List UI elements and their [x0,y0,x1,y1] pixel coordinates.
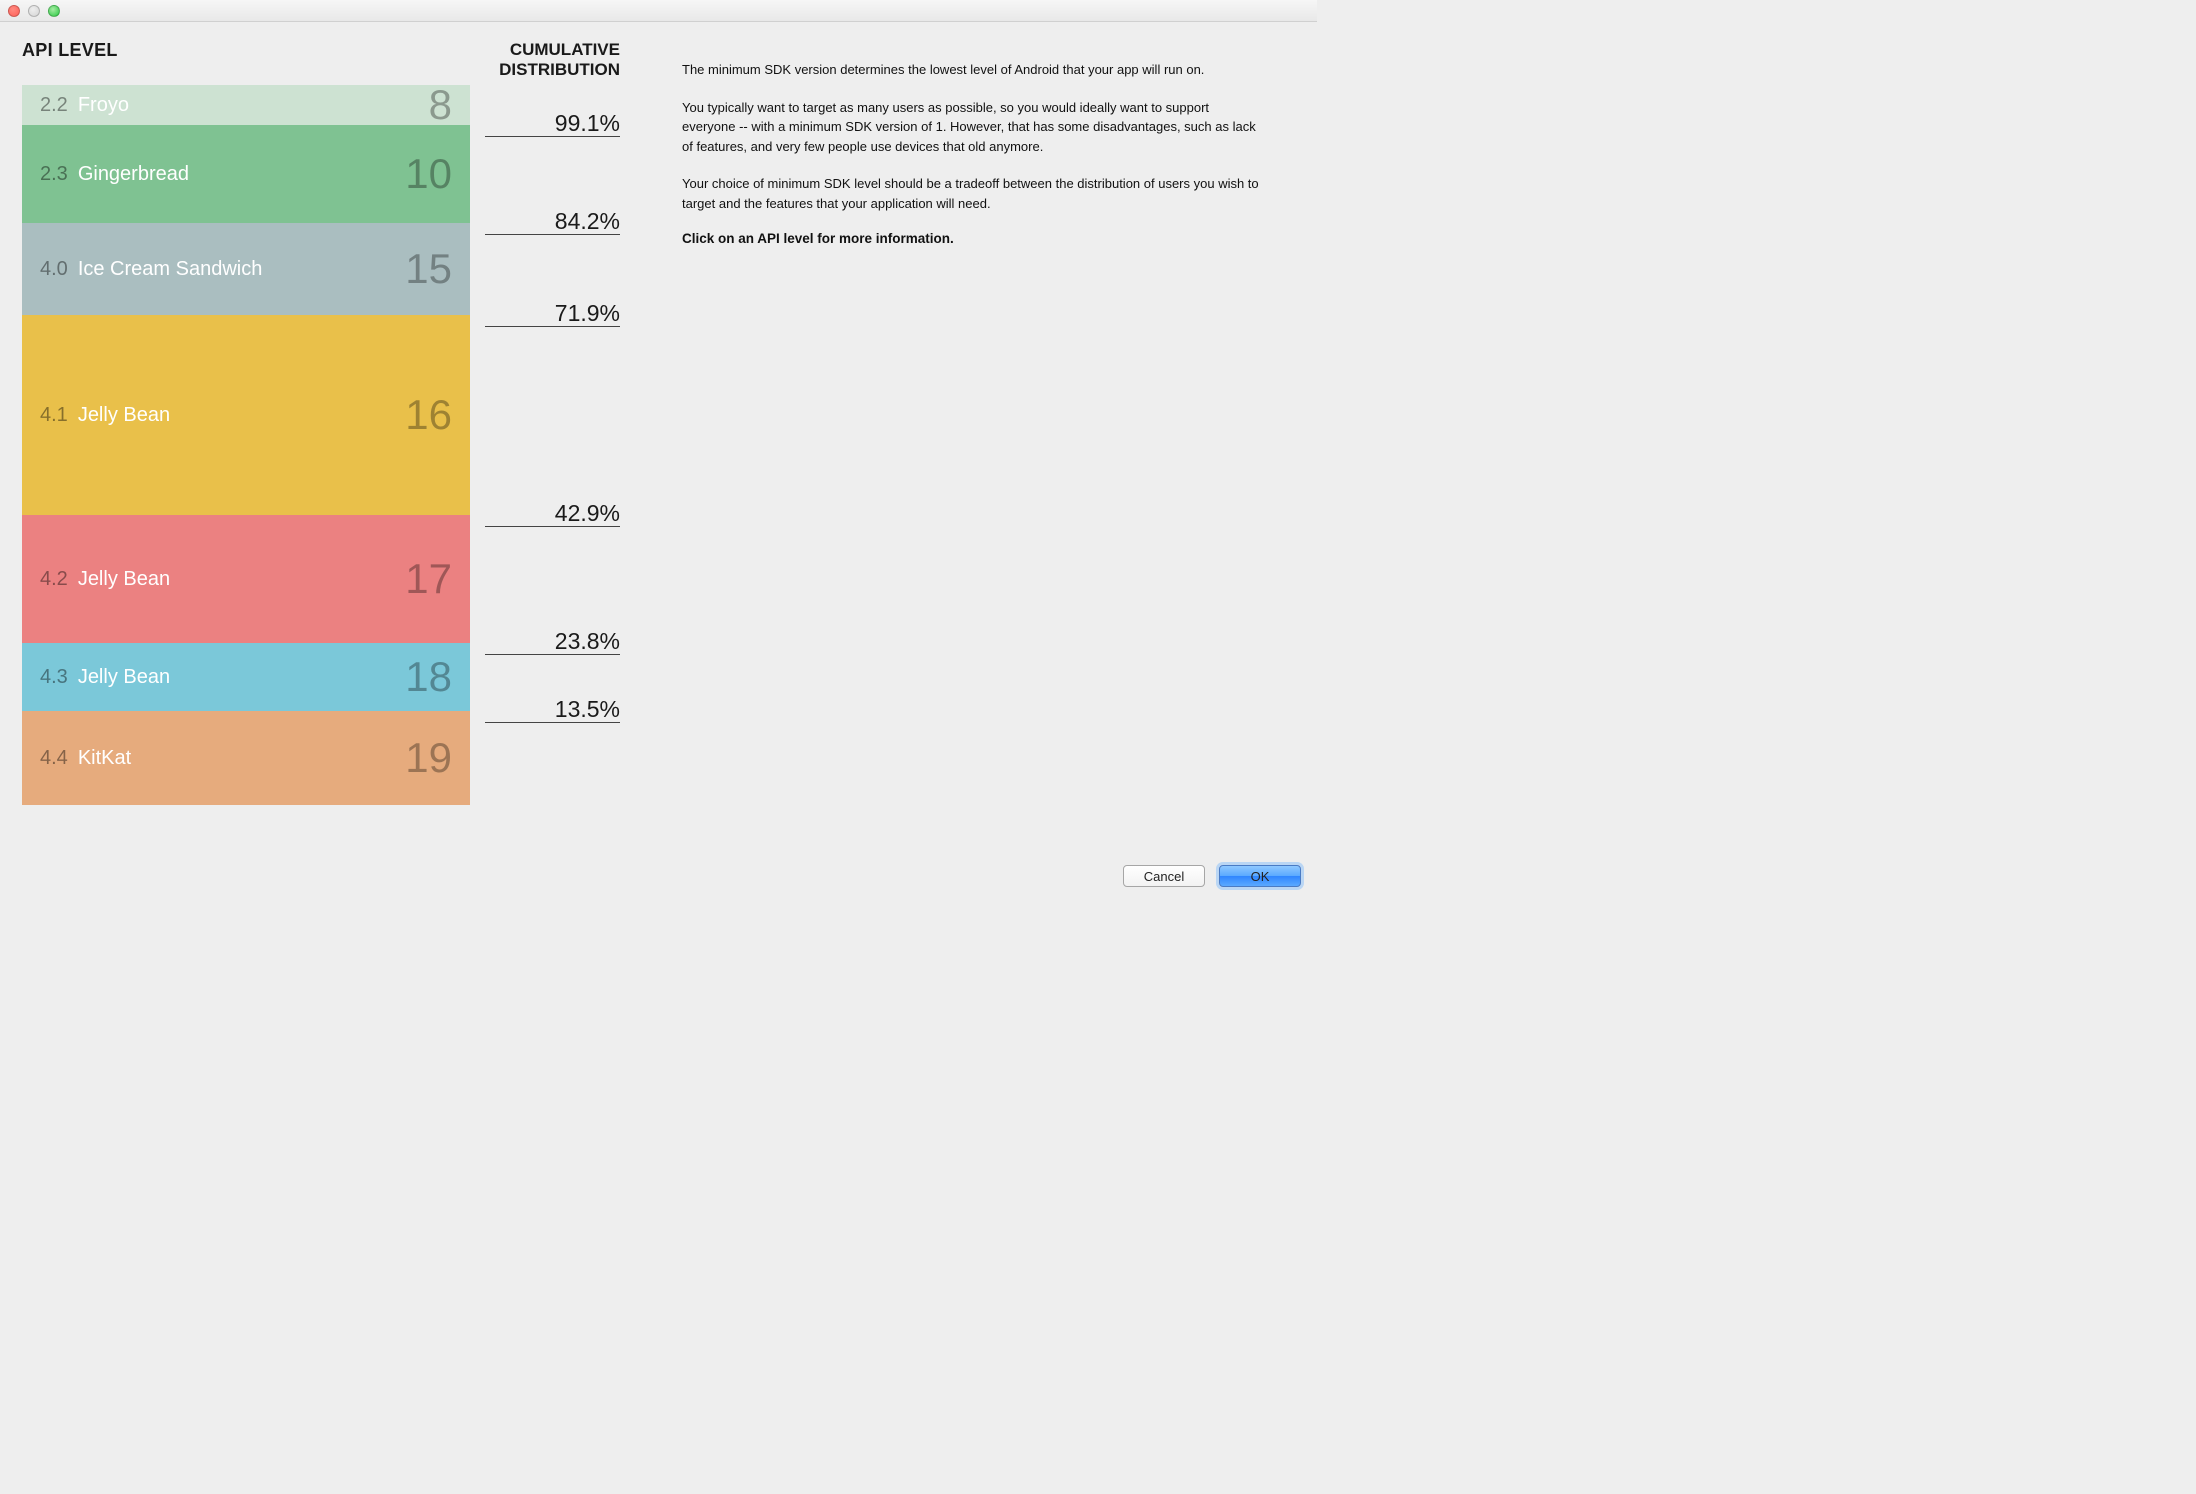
dialog-footer: Cancel OK [1123,865,1301,887]
api-level-header: API LEVEL [22,40,470,79]
info-text: The minimum SDK version determines the l… [682,60,1262,246]
api-version-label: 2.2 [40,94,68,117]
info-paragraph-1: The minimum SDK version determines the l… [682,60,1262,80]
api-version-label: 4.1 [40,404,68,427]
api-name-label: Jelly Bean [78,568,405,591]
distribution-cell: 13.5% [470,643,620,711]
api-name-label: Jelly Bean [78,666,405,689]
api-level-bar-17[interactable]: 4.2 Jelly Bean17 [22,515,470,643]
info-cta: Click on an API level for more informati… [682,231,1262,246]
api-row-8: 2.2Froyo899.1% [22,85,622,125]
api-row-18: 4.3 Jelly Bean18 13.5% [22,643,622,711]
api-number-label: 17 [405,555,452,603]
api-level-bar-10[interactable]: 2.3 Gingerbread10 [22,125,470,223]
api-name-label: Gingerbread [78,163,405,186]
api-row-17: 4.2 Jelly Bean17 23.8% [22,515,622,643]
api-level-bar-19[interactable]: 4.4 KitKat19 [22,711,470,805]
window-minimize-button[interactable] [28,5,40,17]
distribution-cell: 71.9% [470,223,620,315]
api-number-label: 16 [405,391,452,439]
api-distribution-panel: API LEVEL CUMULATIVE DISTRIBUTION 2.2 Fro… [22,40,622,805]
distribution-cell: 42.9% [470,315,620,515]
cancel-button[interactable]: Cancel [1123,865,1205,887]
api-name-label: Froyo [78,94,429,117]
window-close-button[interactable] [8,5,20,17]
api-version-label: 4.0 [40,258,68,281]
api-row-19: 4.4 KitKat19 [22,711,622,805]
info-panel: The minimum SDK version determines the l… [682,40,1262,805]
api-number-label: 10 [405,150,452,198]
api-row-16: 4.1 Jelly Bean16 42.9% [22,315,622,515]
api-number-label: 15 [405,245,452,293]
ok-button[interactable]: OK [1219,865,1301,887]
distribution-cell: 84.2% [470,125,620,223]
info-paragraph-2: You typically want to target as many use… [682,98,1262,157]
dialog-content: API LEVEL CUMULATIVE DISTRIBUTION 2.2 Fro… [0,22,1317,805]
api-version-label: 4.3 [40,666,68,689]
api-level-bar-15[interactable]: 4.0 Ice Cream Sandwich15 [22,223,470,315]
api-name-label: Jelly Bean [78,404,405,427]
api-row-10: 2.3 Gingerbread10 84.2% [22,125,622,223]
column-headers: API LEVEL CUMULATIVE DISTRIBUTION [22,40,622,79]
api-name-label: KitKat [78,747,405,770]
api-level-bar-8[interactable]: 2.2Froyo8 [22,85,470,125]
api-name-label: Ice Cream Sandwich [78,258,405,281]
api-level-bar-18[interactable]: 4.3 Jelly Bean18 [22,643,470,711]
api-version-label: 2.3 [40,163,68,186]
info-paragraph-3: Your choice of minimum SDK level should … [682,174,1262,213]
distribution-cell: 23.8% [470,515,620,643]
api-row-15: 4.0 Ice Cream Sandwich15 71.9% [22,223,622,315]
distribution-cell [470,711,620,805]
window-maximize-button[interactable] [48,5,60,17]
window-titlebar [0,0,1317,22]
api-version-label: 4.4 [40,747,68,770]
cumulative-distribution-header: CUMULATIVE DISTRIBUTION [470,40,620,79]
api-number-label: 18 [405,653,452,701]
api-level-bar-16[interactable]: 4.1 Jelly Bean16 [22,315,470,515]
api-level-chart: 2.2Froyo899.1%2.3Gingerbread1084.2%4.0Ic… [22,85,622,805]
distribution-cell: 99.1% [470,85,620,125]
api-version-label: 4.2 [40,568,68,591]
api-number-label: 19 [405,734,452,782]
api-number-label: 8 [429,81,452,129]
